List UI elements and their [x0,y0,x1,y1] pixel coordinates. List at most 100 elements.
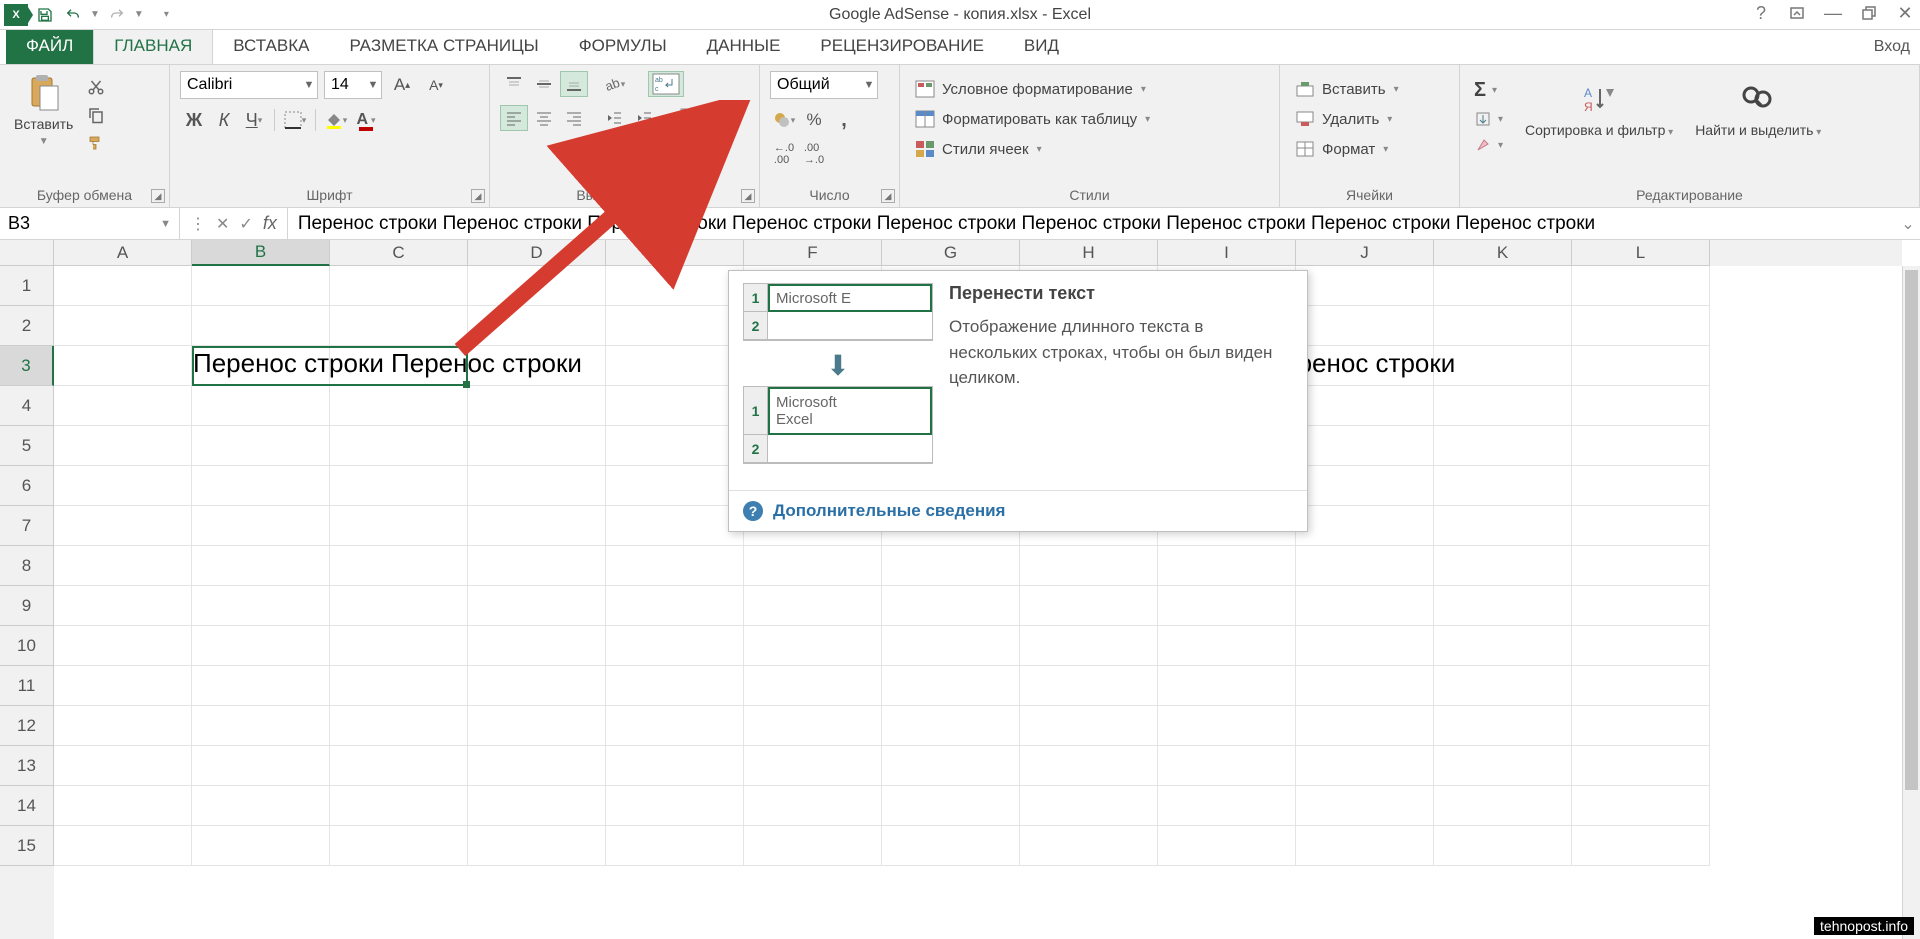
fill-icon[interactable]: ▾ [1470,108,1507,130]
col-header-C[interactable]: C [330,240,468,266]
minimize-icon[interactable]: — [1822,2,1844,24]
cell-H9[interactable] [1020,586,1158,626]
col-header-G[interactable]: G [882,240,1020,266]
row-header-1[interactable]: 1 [0,266,54,306]
wrap-text-icon[interactable]: abc [648,71,684,97]
cell-H12[interactable] [1020,706,1158,746]
cell-J6[interactable] [1296,466,1434,506]
cell-D10[interactable] [468,626,606,666]
fill-color-icon[interactable]: ▾ [322,107,350,133]
cell-D2[interactable] [468,306,606,346]
cell-A15[interactable] [54,826,192,866]
cell-A4[interactable] [54,386,192,426]
cell-B10[interactable] [192,626,330,666]
cell-I11[interactable] [1158,666,1296,706]
cell-L4[interactable] [1572,386,1710,426]
tab-insert[interactable]: ВСТАВКА [213,30,329,64]
col-header-F[interactable]: F [744,240,882,266]
cell-E4[interactable] [606,386,744,426]
cell-F8[interactable] [744,546,882,586]
format-as-table-button[interactable]: Форматировать как таблицу▾ [910,107,1154,131]
cell-G14[interactable] [882,786,1020,826]
decrease-indent-icon[interactable] [600,105,628,131]
cell-D13[interactable] [468,746,606,786]
col-header-J[interactable]: J [1296,240,1434,266]
format-painter-icon[interactable] [83,131,109,155]
vertical-scrollbar[interactable] [1902,266,1920,939]
number-format-select[interactable]: ▼ [770,71,878,99]
cell-D9[interactable] [468,586,606,626]
cell-B4[interactable] [192,386,330,426]
tab-page-layout[interactable]: РАЗМЕТКА СТРАНИЦЫ [329,30,558,64]
clear-icon[interactable]: ▾ [1470,134,1507,156]
cell-A1[interactable] [54,266,192,306]
cell-D6[interactable] [468,466,606,506]
cell-H11[interactable] [1020,666,1158,706]
align-middle-icon[interactable] [530,71,558,97]
cell-K8[interactable] [1434,546,1572,586]
fx-cancel-icon[interactable]: ✕ [216,214,229,234]
cell-L5[interactable] [1572,426,1710,466]
cell-styles-button[interactable]: Стили ячеек▾ [910,137,1046,161]
cell-E14[interactable] [606,786,744,826]
alignment-launcher-icon[interactable]: ◢ [741,189,755,203]
cell-H8[interactable] [1020,546,1158,586]
find-select-button[interactable]: Найти и выделить ▾ [1691,77,1825,142]
cell-C6[interactable] [330,466,468,506]
cell-K15[interactable] [1434,826,1572,866]
cell-B11[interactable] [192,666,330,706]
cell-K5[interactable] [1434,426,1572,466]
col-header-L[interactable]: L [1572,240,1710,266]
cell-K13[interactable] [1434,746,1572,786]
cell-A14[interactable] [54,786,192,826]
cell-L15[interactable] [1572,826,1710,866]
row-header-3[interactable]: 3 [0,346,54,386]
cell-L14[interactable] [1572,786,1710,826]
decrease-decimal-icon[interactable]: .00→.0 [800,141,828,167]
number-launcher-icon[interactable]: ◢ [881,189,895,203]
cell-D8[interactable] [468,546,606,586]
cell-J13[interactable] [1296,746,1434,786]
cell-C11[interactable] [330,666,468,706]
cell-G12[interactable] [882,706,1020,746]
cell-C15[interactable] [330,826,468,866]
cell-I10[interactable] [1158,626,1296,666]
cell-D1[interactable] [468,266,606,306]
orientation-icon[interactable]: ab▾ [600,71,628,97]
align-right-icon[interactable] [560,105,588,131]
col-header-H[interactable]: H [1020,240,1158,266]
increase-font-icon[interactable]: A▴ [388,72,416,98]
cell-H14[interactable] [1020,786,1158,826]
cell-D15[interactable] [468,826,606,866]
cell-K10[interactable] [1434,626,1572,666]
tab-home[interactable]: ГЛАВНАЯ [93,29,213,64]
tab-review[interactable]: РЕЦЕНЗИРОВАНИЕ [800,30,1004,64]
increase-indent-icon[interactable] [630,105,658,131]
comma-icon[interactable]: , [830,107,858,133]
cell-F12[interactable] [744,706,882,746]
close-icon[interactable]: ✕ [1894,2,1916,24]
cell-A9[interactable] [54,586,192,626]
cell-A11[interactable] [54,666,192,706]
cell-C10[interactable] [330,626,468,666]
cell-A5[interactable] [54,426,192,466]
col-header-K[interactable]: K [1434,240,1572,266]
cell-E1[interactable] [606,266,744,306]
cell-B6[interactable] [192,466,330,506]
cell-L1[interactable] [1572,266,1710,306]
cell-B13[interactable] [192,746,330,786]
cell-J5[interactable] [1296,426,1434,466]
cell-F13[interactable] [744,746,882,786]
cell-C8[interactable] [330,546,468,586]
cell-G8[interactable] [882,546,1020,586]
cell-E15[interactable] [606,826,744,866]
cell-J14[interactable] [1296,786,1434,826]
cell-G15[interactable] [882,826,1020,866]
cell-E7[interactable] [606,506,744,546]
tab-file[interactable]: ФАЙЛ [6,30,93,64]
cell-L13[interactable] [1572,746,1710,786]
cell-I9[interactable] [1158,586,1296,626]
align-left-icon[interactable] [500,105,528,131]
cell-H15[interactable] [1020,826,1158,866]
cell-K3[interactable] [1434,346,1572,386]
